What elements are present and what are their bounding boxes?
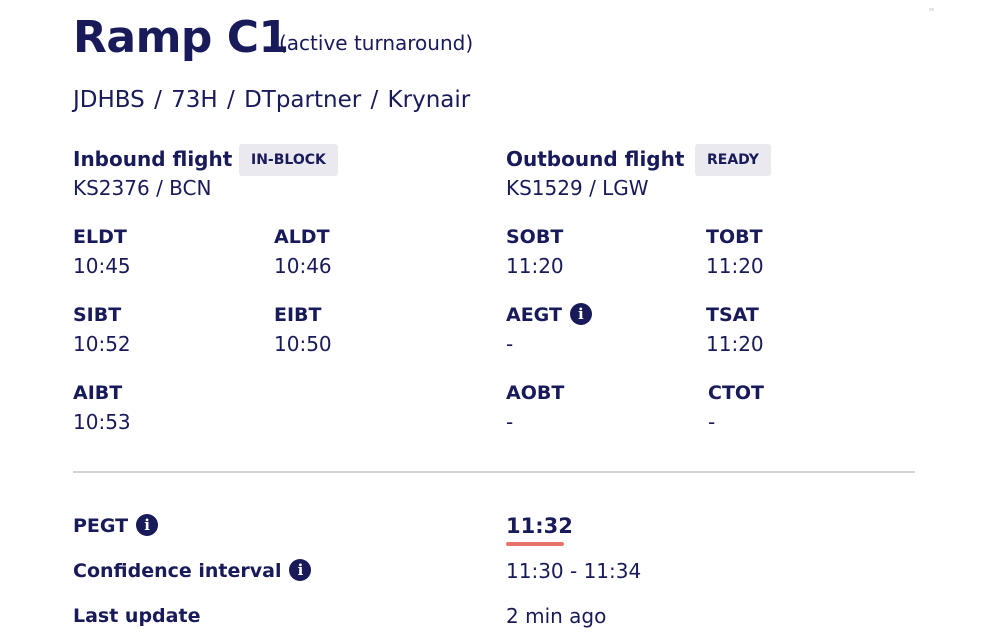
- ctot-label: CTOT: [708, 382, 765, 404]
- section-divider: [73, 471, 915, 473]
- last-update-value: 2 min ago: [506, 604, 607, 628]
- aldt-value: 10:46: [274, 254, 332, 278]
- eibt-label: EIBT: [274, 304, 322, 326]
- eldt-value: 10:45: [73, 254, 131, 278]
- info-icon[interactable]: i: [569, 302, 592, 325]
- aldt-label: ALDT: [274, 226, 330, 248]
- pegt-label: PEGT: [73, 515, 129, 537]
- aobt-value: -: [506, 410, 514, 434]
- pegt-label-group: PEGT i: [73, 513, 159, 538]
- pegt-value: 11:32: [506, 514, 573, 538]
- last-update-label: Last update: [73, 605, 201, 627]
- tobt-value: 11:20: [706, 254, 764, 278]
- aibt-label: AIBT: [73, 382, 123, 404]
- pegt-highlight-underline: [506, 542, 564, 546]
- confidence-interval-value: 11:30 - 11:34: [506, 559, 642, 583]
- tobt-label: TOBT: [706, 226, 763, 248]
- aircraft-meta: JDHBS / 73H / DTpartner / Krynair: [73, 87, 471, 113]
- inbound-flight-heading: Inbound flight: [73, 147, 233, 171]
- eldt-label: ELDT: [73, 226, 127, 248]
- inbound-status-badge: IN-BLOCK: [239, 144, 338, 176]
- aobt-label: AOBT: [506, 382, 565, 404]
- sobt-value: 11:20: [506, 254, 564, 278]
- aegt-label-group: AEGT i: [506, 302, 592, 327]
- confidence-interval-label-group: Confidence interval i: [73, 558, 312, 583]
- outbound-flight-heading: Outbound flight: [506, 147, 685, 171]
- turnaround-status-subtitle: (active turnaround): [279, 31, 474, 55]
- eibt-value: 10:50: [274, 332, 332, 356]
- info-icon[interactable]: i: [289, 558, 312, 581]
- info-icon[interactable]: i: [136, 513, 159, 536]
- tsat-value: 11:20: [706, 332, 764, 356]
- aegt-value: -: [506, 332, 514, 356]
- outbound-route: KS1529 / LGW: [506, 176, 649, 200]
- tsat-label: TSAT: [706, 304, 759, 326]
- page-title: Ramp C1: [73, 12, 289, 63]
- sibt-label: SIBT: [73, 304, 122, 326]
- ctot-value: -: [708, 410, 716, 434]
- inbound-route: KS2376 / BCN: [73, 176, 212, 200]
- confidence-interval-label: Confidence interval: [73, 560, 282, 582]
- sobt-label: SOBT: [506, 226, 564, 248]
- corner-mark: [929, 8, 934, 11]
- sibt-value: 10:52: [73, 332, 131, 356]
- aibt-value: 10:53: [73, 410, 131, 434]
- outbound-status-badge: READY: [695, 144, 771, 176]
- aegt-label: AEGT: [506, 304, 562, 326]
